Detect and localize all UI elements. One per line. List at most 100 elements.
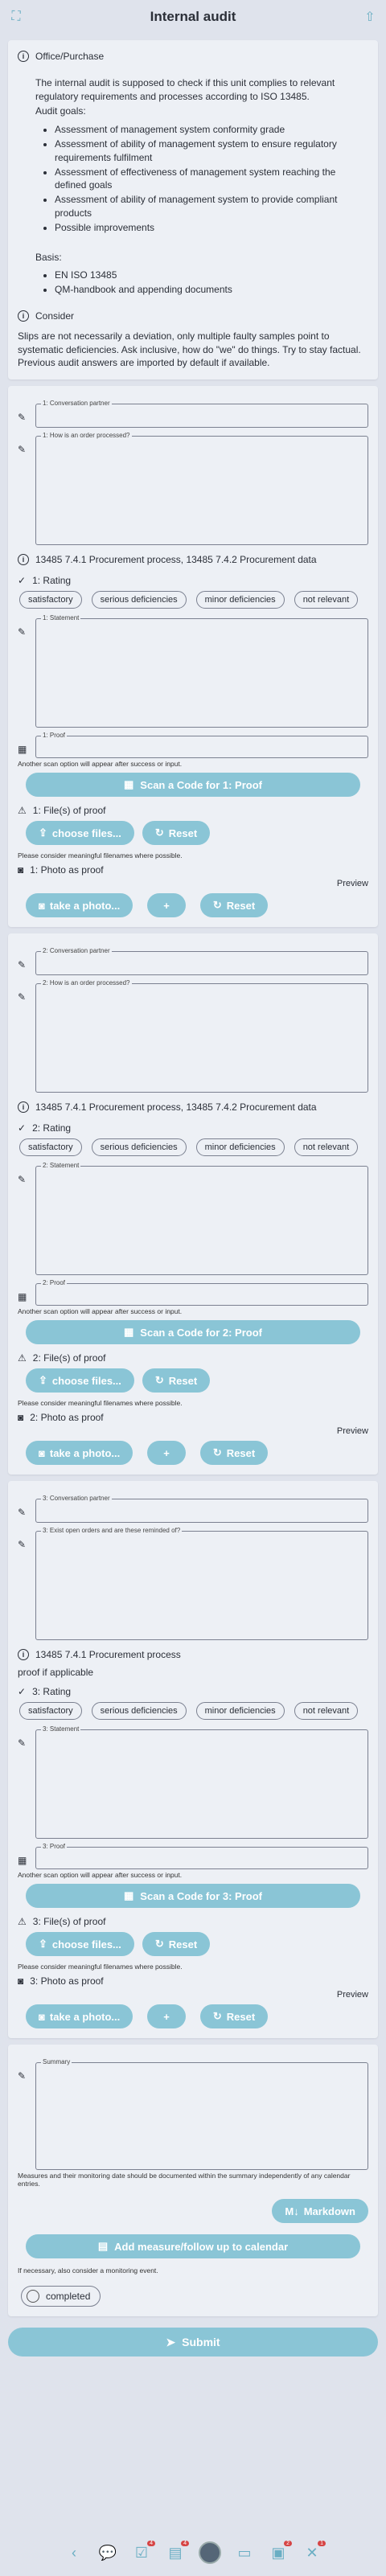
field-label: 3: Conversation partner [41,1495,112,1503]
reset-files-button[interactable]: ↻ Reset [142,1932,211,1957]
calendar-icon[interactable]: ▤ 4 [165,2541,189,2563]
documents-icon[interactable]: ▣ 2 [268,2541,292,2563]
rating-satisfactory[interactable]: satisfactory [19,1702,82,1721]
qr-code-icon: ▦ [124,1889,134,1902]
scan-hint: Another scan option will appear after su… [18,1307,183,1316]
field-label: 1: Proof [41,732,68,740]
expand-icon[interactable]: ⛶ [8,9,24,25]
take-photo-button[interactable]: ◙ take a photo... [26,1441,133,1466]
rating-serious[interactable]: serious deficiencies [91,1702,187,1721]
upload-icon: ⇪ [39,1938,47,1950]
files-hint: Please consider meaningful filenames whe… [18,1963,183,1971]
tools-icon[interactable]: ✕ 1 [302,2541,326,2563]
reset-icon: ↻ [212,1446,222,1459]
files-label: 1: File(s) of proof [32,805,106,817]
rating-minor[interactable]: minor deficiencies [195,1702,285,1721]
add-measure-button[interactable]: ▤ Add measure/follow up to calendar [26,2234,360,2259]
scan-hint: Another scan option will appear after su… [18,1871,183,1880]
goal-item: Possible improvements [55,221,368,235]
pencil-icon: ✎ [18,1174,27,1186]
proof-input[interactable]: 3: Proof [35,1843,368,1870]
qr-code-icon: ▦ [124,778,134,791]
back-icon[interactable]: ‹ [64,2542,84,2563]
add-photo-button[interactable]: + [147,893,186,918]
photo-label: 2: Photo as proof [30,1412,104,1424]
pencil-icon: ✎ [18,991,27,1003]
submit-label: Submit [182,2336,220,2349]
markdown-button[interactable]: M↓ Markdown [272,2199,368,2224]
files-label: 3: File(s) of proof [32,1916,106,1928]
choose-files-button[interactable]: ⇪ choose files... [26,1368,134,1393]
chat-icon[interactable]: 💬 [97,2542,118,2563]
submit-button[interactable]: ➤ Submit [8,2328,378,2357]
take-photo-label: take a photo... [49,1446,121,1459]
reset-files-button[interactable]: ↻ Reset [142,1368,211,1393]
reset-icon: ↻ [154,827,164,839]
rating-satisfactory[interactable]: satisfactory [19,1138,82,1157]
scan-code-button[interactable]: ▦ Scan a Code for 1: Proof [26,773,360,798]
scan-code-button[interactable]: ▦ Scan a Code for 2: Proof [26,1320,360,1345]
tasks-icon[interactable]: ☑ 4 [131,2541,155,2563]
field-label: 3: Exist open orders and are these remin… [41,1527,183,1535]
question-card-1: ✎ 1: Conversation partner ✎ 1: How is an… [8,386,378,928]
choose-files-button[interactable]: ⇪ choose files... [26,1932,134,1957]
question-answer-textarea[interactable]: 1: How is an order processed? [35,432,368,546]
radio-circle-icon [27,2290,39,2303]
summary-card: ✎ Summary Measures and their monitoring … [8,2045,378,2317]
top-bar: ⛶ Internal audit ⇧ [0,0,386,34]
preview-label[interactable]: Preview [18,1990,368,2000]
scan-code-button[interactable]: ▦ Scan a Code for 3: Proof [26,1884,360,1909]
rating-not-relevant[interactable]: not relevant [294,1702,359,1721]
proof-input[interactable]: 1: Proof [35,732,368,759]
choose-files-button[interactable]: ⇪ choose files... [26,821,134,846]
conversation-partner-input[interactable]: 1: Conversation partner [35,400,368,429]
completed-label: completed [46,2291,91,2303]
add-photo-button[interactable]: + [147,1441,186,1466]
reset-icon: ↻ [212,899,222,912]
rating-options: satisfactory serious deficiencies minor … [18,1702,368,1721]
question-answer-textarea[interactable]: 2: How is an order processed? [35,979,368,1093]
pencil-icon: ✎ [18,1737,27,1749]
reset-photo-button[interactable]: ↻ Reset [199,2004,269,2029]
rating-not-relevant[interactable]: not relevant [294,1138,359,1157]
goals-list: Assessment of management system conformi… [55,123,368,234]
reset-photo-button[interactable]: ↻ Reset [199,1441,269,1466]
rating-minor[interactable]: minor deficiencies [195,1138,285,1157]
camera-icon: ◙ [18,1975,24,1987]
qr-code-icon: ▦ [18,1291,27,1303]
preview-label[interactable]: Preview [18,1426,368,1436]
avatar[interactable] [199,2541,221,2564]
rating-minor[interactable]: minor deficiencies [195,591,285,609]
rating-serious[interactable]: serious deficiencies [91,591,187,609]
conversation-partner-input[interactable]: 2: Conversation partner [35,947,368,976]
preview-label[interactable]: Preview [18,879,368,888]
qr-code-icon: ▦ [18,744,27,756]
consider-text: Slips are not necessarily a deviation, o… [18,330,361,369]
statement-textarea[interactable]: 1: Statement [35,614,368,728]
rating-serious[interactable]: serious deficiencies [91,1138,187,1157]
markdown-label: Markdown [303,2205,355,2217]
arrow-up-icon[interactable]: ⇧ [362,9,378,25]
basis-label: Basis: [35,251,62,263]
rating-not-relevant[interactable]: not relevant [294,591,359,609]
take-photo-button[interactable]: ◙ take a photo... [26,2004,133,2029]
summary-textarea[interactable]: Summary [35,2058,368,2171]
completed-toggle[interactable]: completed [21,2286,101,2307]
take-photo-button[interactable]: ◙ take a photo... [26,893,133,918]
folder-icon[interactable]: ▭ [234,2542,255,2563]
statement-textarea[interactable]: 2: Statement [35,1162,368,1276]
reset-files-button[interactable]: ↻ Reset [142,821,211,846]
extra-text: proof if applicable [18,1667,94,1679]
question-answer-textarea[interactable]: 3: Exist open orders and are these remin… [35,1527,368,1641]
rating-satisfactory[interactable]: satisfactory [19,591,82,609]
proof-input[interactable]: 2: Proof [35,1279,368,1306]
reset-label: Reset [168,827,198,839]
statement-textarea[interactable]: 3: Statement [35,1725,368,1840]
goals-label: Audit goals: [35,105,86,117]
add-photo-button[interactable]: + [147,2004,186,2029]
info-icon: i [18,310,29,322]
conversation-partner-input[interactable]: 3: Conversation partner [35,1495,368,1524]
pencil-icon: ✎ [18,2070,27,2082]
attachment-icon: ⚠ [18,1916,27,1928]
reset-photo-button[interactable]: ↻ Reset [199,893,269,918]
